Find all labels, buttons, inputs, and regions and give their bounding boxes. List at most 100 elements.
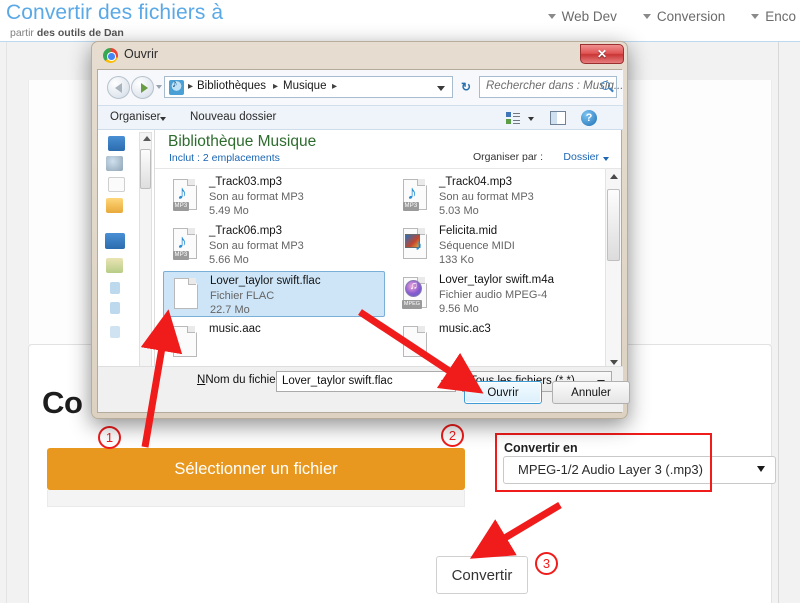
- nav-item-conversion[interactable]: Conversion: [642, 9, 726, 24]
- file-type: Son au format MP3: [439, 191, 534, 203]
- list-item[interactable]: music.ac3: [393, 320, 615, 366]
- file-name: _Track04.mp3: [439, 176, 513, 188]
- library-includes: Inclut : 2 emplacements: [169, 152, 280, 164]
- back-button[interactable]: [107, 76, 130, 99]
- address-row: ▸ Bibliothèques ▸ Musique ▸ ↻ Rechercher…: [98, 70, 623, 105]
- list-item[interactable]: ♪ MP3 _Track06.mp3 Son au format MP3 5.66…: [163, 222, 385, 268]
- convert-to-label: Convertir en: [504, 441, 578, 455]
- chevron-down-icon[interactable]: [441, 380, 449, 385]
- forward-button[interactable]: [131, 76, 154, 99]
- cancel-button[interactable]: Annuler: [552, 381, 630, 404]
- chevron-down-icon[interactable]: [160, 117, 166, 121]
- file-size: 5.66 Mo: [209, 254, 249, 266]
- library-includes-value[interactable]: 2 emplacements: [203, 152, 280, 164]
- screenshot-root: Convertir des fichiers à partir des outi…: [0, 0, 800, 603]
- dialog-footer: NNom du fichier : Lover_taylor swift.fla…: [98, 366, 630, 412]
- filename-input[interactable]: Lover_taylor swift.flac: [276, 371, 456, 392]
- file-size: 9.56 Mo: [439, 303, 479, 315]
- drive-icon[interactable]: [110, 302, 120, 314]
- select-file-button[interactable]: Sélectionner un fichier: [47, 448, 465, 490]
- page-subtitle: partir des outils de Dan: [10, 27, 124, 39]
- chevron-down-icon: [547, 14, 556, 19]
- library-title: Bibliothèque Musique: [168, 133, 317, 150]
- organize-by-value[interactable]: Dossier: [563, 151, 599, 163]
- computer-icon[interactable]: [105, 233, 125, 249]
- convert-button[interactable]: Convertir: [436, 556, 528, 594]
- main-heading: Co: [42, 385, 83, 420]
- nav-item-web-dev[interactable]: Web Dev: [547, 9, 617, 24]
- music-library-icon: [169, 78, 184, 95]
- scroll-down-icon[interactable]: [610, 360, 618, 365]
- file-list-scrollbar[interactable]: [605, 169, 621, 369]
- scroll-up-icon[interactable]: [143, 136, 151, 141]
- file-type: Séquence MIDI: [439, 240, 515, 252]
- preview-pane-icon[interactable]: [550, 111, 566, 125]
- list-item[interactable]: ♪ MP3 _Track03.mp3 Son au format MP3 5.49…: [163, 173, 385, 219]
- close-icon[interactable]: ✕: [580, 44, 624, 64]
- list-item-selected[interactable]: Lover_taylor swift.flac Fichier FLAC 22.…: [163, 271, 385, 317]
- organize-by-label: Organiser par :: [472, 151, 543, 163]
- file-name: Lover_taylor swift.flac: [210, 275, 321, 287]
- file-name: music.aac: [209, 323, 261, 335]
- list-item[interactable]: MPEG 4 Lover_taylor swift.m4a Fichier au…: [393, 271, 615, 317]
- chrome-icon: [103, 48, 118, 63]
- file-name: _Track06.mp3: [209, 225, 283, 237]
- organize-button[interactable]: Organiser: [110, 111, 161, 123]
- step-marker-2: 2: [441, 424, 464, 447]
- chevron-down-icon[interactable]: [437, 86, 445, 91]
- list-item[interactable]: ♪ Felicita.mid Séquence MIDI 133 Ko: [393, 222, 615, 268]
- scrollbar-thumb[interactable]: [140, 149, 151, 189]
- desktop-icon[interactable]: [108, 136, 125, 151]
- breadcrumb-libraries[interactable]: Bibliothèques: [197, 80, 266, 92]
- right-divider: [778, 42, 779, 603]
- filename-value: Lover_taylor swift.flac: [282, 375, 393, 387]
- file-name: Felicita.mid: [439, 225, 498, 237]
- view-mode-icon[interactable]: [506, 112, 520, 125]
- document-icon[interactable]: [108, 177, 125, 192]
- breadcrumb-music[interactable]: Musique: [283, 80, 326, 92]
- dialog-titlebar: Ouvrir ✕: [92, 42, 629, 69]
- file-list[interactable]: ♪ MP3 _Track03.mp3 Son au format MP3 5.49…: [155, 168, 621, 369]
- recent-locations-icon[interactable]: [156, 85, 162, 89]
- generic-file-icon: [401, 326, 429, 359]
- file-type: Fichier FLAC: [210, 290, 275, 302]
- search-icon: [601, 81, 610, 90]
- convert-to-select[interactable]: MPEG-1/2 Audio Layer 3 (.mp3): [503, 456, 776, 484]
- nav-item-encodage[interactable]: Enco: [751, 9, 796, 24]
- file-type: Son au format MP3: [209, 191, 304, 203]
- nav-item-encodage-label: Enco: [765, 9, 796, 24]
- folder-icon[interactable]: [106, 198, 123, 213]
- arrow-right-icon: [141, 83, 148, 93]
- dropzone-strip: [47, 490, 465, 507]
- network-icon[interactable]: [106, 258, 123, 273]
- refresh-icon[interactable]: ↻: [456, 76, 476, 98]
- page-subtitle-bold: des outils de Dan: [36, 27, 124, 39]
- chevron-down-icon[interactable]: [528, 117, 534, 121]
- scrollbar-thumb[interactable]: [607, 189, 620, 261]
- breadcrumb-separator: ▸: [273, 81, 279, 92]
- help-icon[interactable]: ?: [581, 110, 597, 126]
- drive-icon[interactable]: [110, 326, 120, 338]
- chevron-down-icon: [642, 14, 651, 19]
- file-name: Lover_taylor swift.m4a: [439, 274, 555, 286]
- nav-item-conversion-label: Conversion: [656, 9, 726, 24]
- filename-label-rest: Nom du fichier :: [205, 374, 286, 386]
- file-name: music.ac3: [439, 323, 491, 335]
- address-bar[interactable]: ▸ Bibliothèques ▸ Musique ▸: [164, 76, 453, 98]
- page-subtitle-light: partir: [10, 27, 34, 39]
- chevron-down-icon: [751, 14, 760, 19]
- new-folder-button[interactable]: Nouveau dossier: [190, 111, 276, 123]
- scroll-up-icon[interactable]: [610, 174, 618, 179]
- file-type: Son au format MP3: [209, 240, 304, 252]
- homegroup-icon[interactable]: [106, 156, 123, 171]
- file-size: 5.03 Mo: [439, 205, 479, 217]
- search-input[interactable]: Rechercher dans : Musiq...: [479, 76, 623, 98]
- list-item[interactable]: ♪ MP3 _Track04.mp3 Son au format MP3 5.03…: [393, 173, 615, 219]
- list-item[interactable]: music.aac: [163, 320, 385, 366]
- chevron-down-icon[interactable]: [603, 157, 609, 161]
- page-title: Convertir des fichiers à: [6, 1, 224, 24]
- open-file-dialog: Convertir des fichiers a Ouvrir ✕ ▸ Bibl…: [91, 41, 630, 419]
- open-button[interactable]: Ouvrir: [464, 381, 542, 404]
- drive-icon[interactable]: [110, 282, 120, 294]
- dialog-title: Ouvrir: [124, 47, 159, 61]
